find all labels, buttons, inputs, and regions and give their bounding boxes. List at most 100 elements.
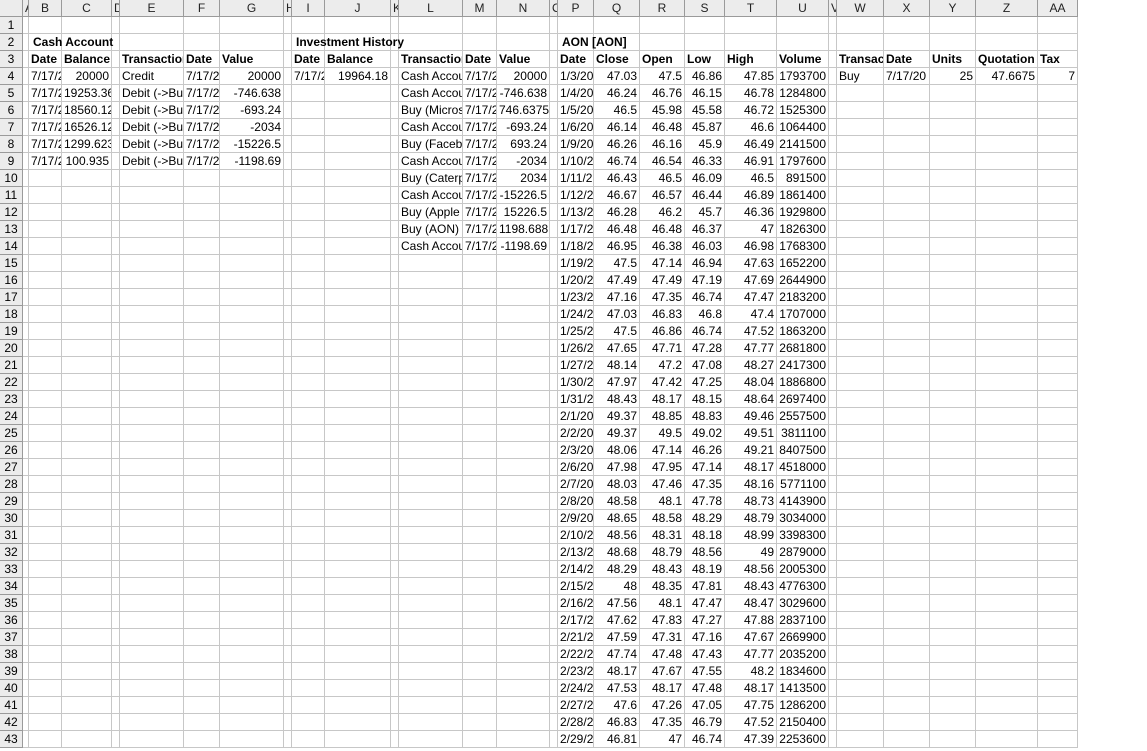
cell-t3[interactable]: High: [725, 51, 777, 68]
cell-e12[interactable]: [120, 204, 184, 221]
cell-c1[interactable]: [62, 17, 112, 34]
cell-w42[interactable]: [837, 714, 884, 731]
cell-c36[interactable]: [62, 612, 112, 629]
cell-f34[interactable]: [184, 578, 220, 595]
cell-k12[interactable]: [391, 204, 399, 221]
cell-d33[interactable]: [112, 561, 120, 578]
cell-x32[interactable]: [884, 544, 930, 561]
cell-d24[interactable]: [112, 408, 120, 425]
cell-x23[interactable]: [884, 391, 930, 408]
column-header-f[interactable]: F: [184, 0, 220, 17]
cell-e24[interactable]: [120, 408, 184, 425]
cell-u32[interactable]: 2879000: [777, 544, 829, 561]
cell-g13[interactable]: [220, 221, 284, 238]
row-number[interactable]: 21: [0, 357, 23, 374]
cell-m17[interactable]: [463, 289, 497, 306]
cell-c28[interactable]: [62, 476, 112, 493]
cell-b18[interactable]: [29, 306, 62, 323]
cell-aa24[interactable]: [1038, 408, 1078, 425]
cell-v7[interactable]: [829, 119, 837, 136]
cell-k17[interactable]: [391, 289, 399, 306]
cell-d36[interactable]: [112, 612, 120, 629]
cell-c13[interactable]: [62, 221, 112, 238]
cell-k1[interactable]: [391, 17, 399, 34]
cell-q18[interactable]: 47.03: [594, 306, 640, 323]
cell-y26[interactable]: [930, 442, 976, 459]
cell-k24[interactable]: [391, 408, 399, 425]
cell-r42[interactable]: 47.35: [640, 714, 685, 731]
cell-y40[interactable]: [930, 680, 976, 697]
cell-b41[interactable]: [29, 697, 62, 714]
cell-r7[interactable]: 46.48: [640, 119, 685, 136]
cell-j22[interactable]: [325, 374, 391, 391]
cell-k35[interactable]: [391, 595, 399, 612]
cell-l15[interactable]: [399, 255, 463, 272]
cell-b33[interactable]: [29, 561, 62, 578]
column-header-l[interactable]: L: [399, 0, 463, 17]
cell-t39[interactable]: 48.2: [725, 663, 777, 680]
cell-p16[interactable]: 1/20/2: [558, 272, 594, 289]
cell-w26[interactable]: [837, 442, 884, 459]
cell-e34[interactable]: [120, 578, 184, 595]
row-number[interactable]: 38: [0, 646, 23, 663]
cell-k19[interactable]: [391, 323, 399, 340]
cell-aa13[interactable]: [1038, 221, 1078, 238]
cell-g22[interactable]: [220, 374, 284, 391]
cell-i32[interactable]: [292, 544, 325, 561]
cell-y36[interactable]: [930, 612, 976, 629]
cell-y8[interactable]: [930, 136, 976, 153]
cell-v32[interactable]: [829, 544, 837, 561]
cell-j20[interactable]: [325, 340, 391, 357]
cell-z35[interactable]: [976, 595, 1038, 612]
cell-m7[interactable]: 7/17/2: [463, 119, 497, 136]
cell-q20[interactable]: 47.65: [594, 340, 640, 357]
cell-e19[interactable]: [120, 323, 184, 340]
cell-u22[interactable]: 1886800: [777, 374, 829, 391]
cell-aa16[interactable]: [1038, 272, 1078, 289]
cell-k30[interactable]: [391, 510, 399, 527]
cell-u41[interactable]: 1286200: [777, 697, 829, 714]
cell-aa31[interactable]: [1038, 527, 1078, 544]
cell-p1[interactable]: [558, 17, 594, 34]
cell-b20[interactable]: [29, 340, 62, 357]
cell-d43[interactable]: [112, 731, 120, 748]
cell-o25[interactable]: [550, 425, 558, 442]
cell-b5[interactable]: 7/17/2: [29, 85, 62, 102]
cell-p13[interactable]: 1/17/2: [558, 221, 594, 238]
cell-aa15[interactable]: [1038, 255, 1078, 272]
cell-r9[interactable]: 46.54: [640, 153, 685, 170]
cell-h32[interactable]: [284, 544, 292, 561]
cell-i28[interactable]: [292, 476, 325, 493]
cell-p31[interactable]: 2/10/2: [558, 527, 594, 544]
cell-h3[interactable]: [284, 51, 292, 68]
cell-j1[interactable]: [325, 17, 391, 34]
cell-f4[interactable]: 7/17/2: [184, 68, 220, 85]
cell-f14[interactable]: [184, 238, 220, 255]
cell-v2[interactable]: [829, 34, 837, 51]
cell-i11[interactable]: [292, 187, 325, 204]
cell-s12[interactable]: 45.7: [685, 204, 725, 221]
cell-l4[interactable]: Cash Account: [399, 68, 463, 85]
cell-m29[interactable]: [463, 493, 497, 510]
cell-aa1[interactable]: [1038, 17, 1078, 34]
cell-l35[interactable]: [399, 595, 463, 612]
cell-j17[interactable]: [325, 289, 391, 306]
cell-b1[interactable]: [29, 17, 62, 34]
cell-b2[interactable]: Cash Account: [29, 34, 113, 51]
cell-b39[interactable]: [29, 663, 62, 680]
cell-j34[interactable]: [325, 578, 391, 595]
cell-u37[interactable]: 2669900: [777, 629, 829, 646]
cell-w20[interactable]: [837, 340, 884, 357]
cell-j43[interactable]: [325, 731, 391, 748]
row-number[interactable]: 7: [0, 119, 23, 136]
cell-f9[interactable]: 7/17/2: [184, 153, 220, 170]
cell-j8[interactable]: [325, 136, 391, 153]
cell-p5[interactable]: 1/4/20: [558, 85, 594, 102]
cell-r30[interactable]: 48.58: [640, 510, 685, 527]
cell-t22[interactable]: 48.04: [725, 374, 777, 391]
cell-t2[interactable]: [725, 34, 777, 51]
cell-o17[interactable]: [550, 289, 558, 306]
row-number[interactable]: 12: [0, 204, 23, 221]
cell-x9[interactable]: [884, 153, 930, 170]
cell-q26[interactable]: 48.06: [594, 442, 640, 459]
